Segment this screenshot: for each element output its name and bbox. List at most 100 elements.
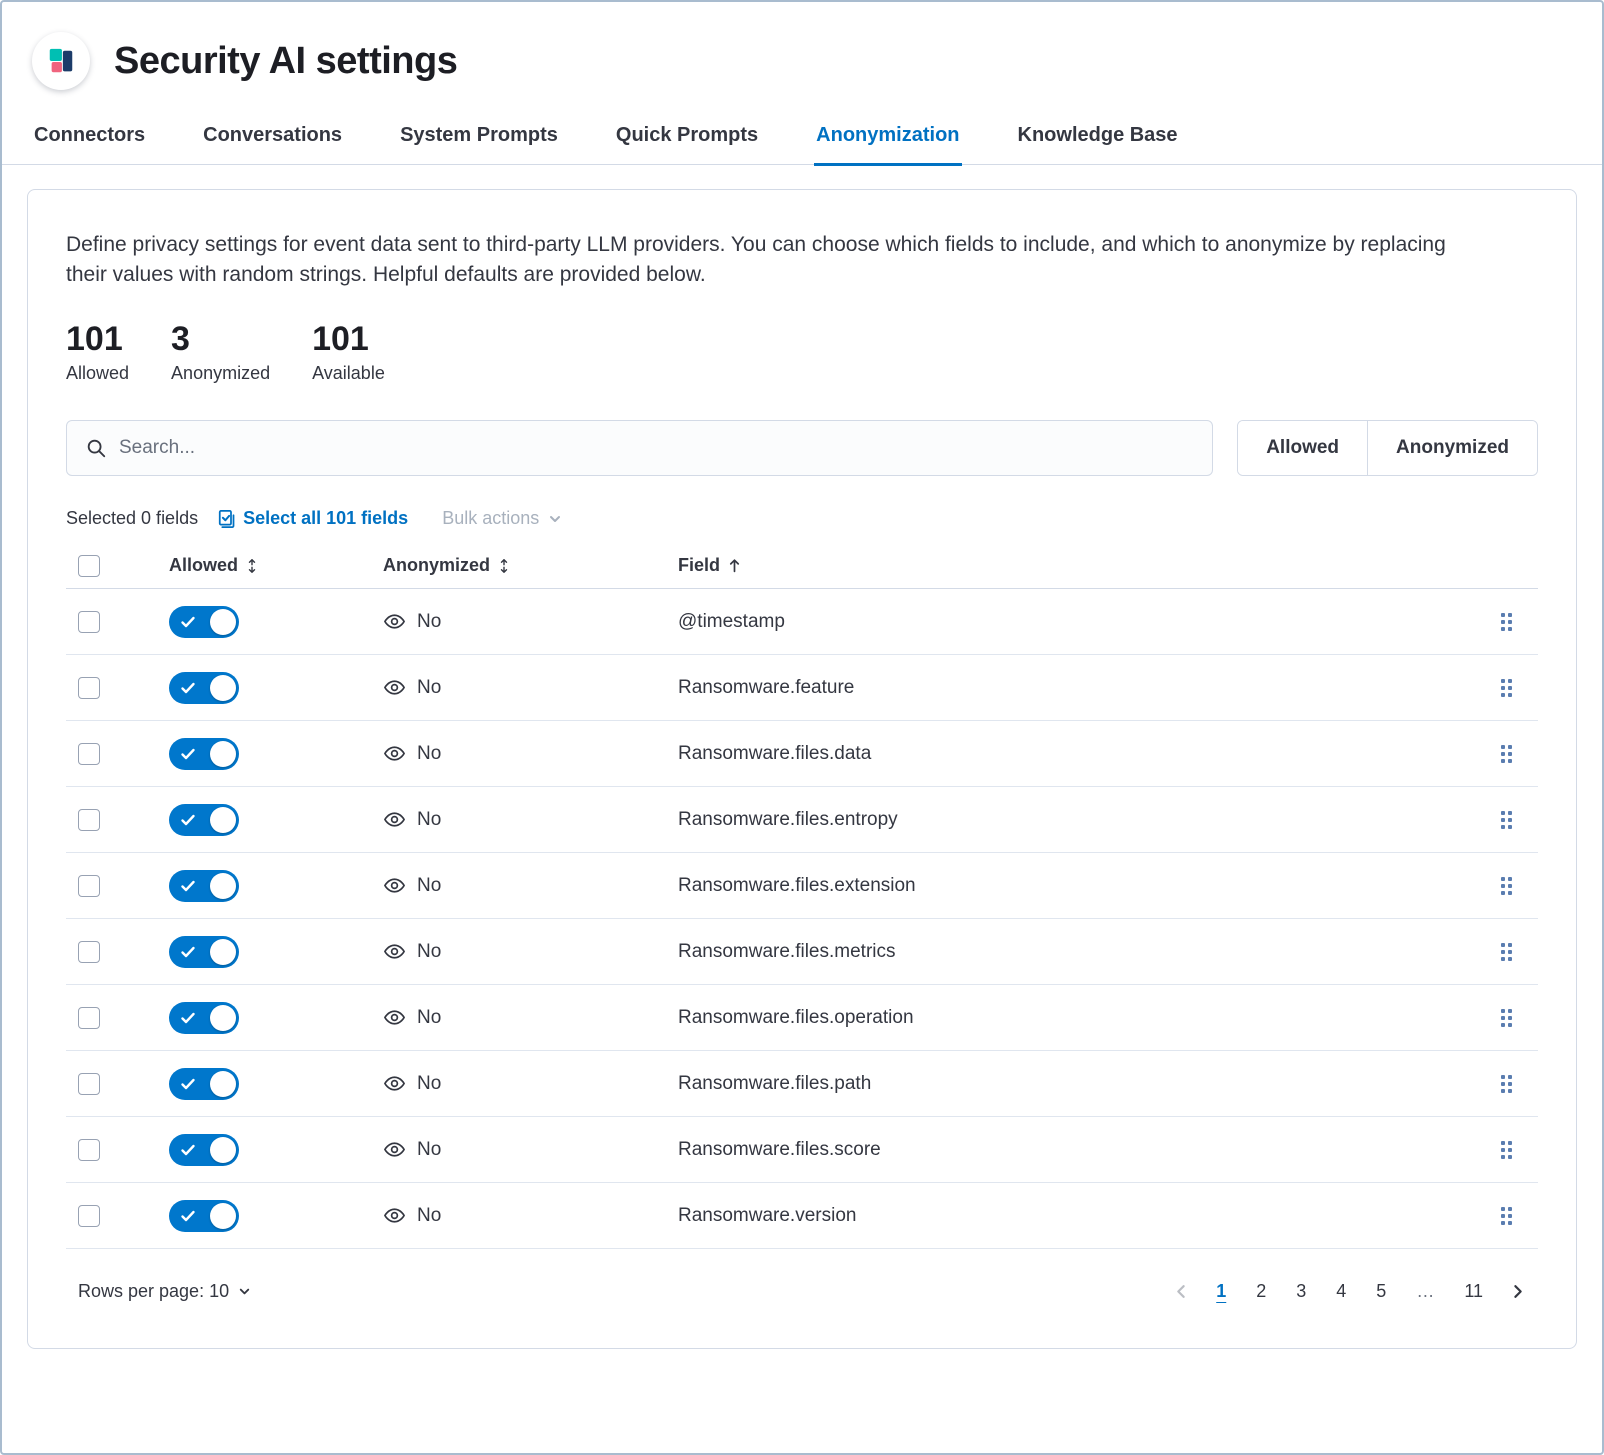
- tab-connectors[interactable]: Connectors: [32, 124, 147, 164]
- previous-page-button[interactable]: [1167, 1279, 1196, 1304]
- row-actions-button[interactable]: [1495, 673, 1518, 703]
- tab-knowledge-base[interactable]: Knowledge Base: [1016, 124, 1180, 164]
- anonymized-value: No: [417, 677, 441, 699]
- tab-quick-prompts[interactable]: Quick Prompts: [614, 124, 760, 164]
- allowed-toggle[interactable]: [169, 804, 239, 836]
- row-checkbox[interactable]: [78, 1007, 100, 1029]
- allowed-toggle[interactable]: [169, 870, 239, 902]
- table-footer: Rows per page: 10 12345…11: [66, 1249, 1538, 1334]
- column-header-anonymized[interactable]: Anonymized: [383, 555, 512, 576]
- toggle-knob: [210, 939, 236, 965]
- chevron-right-icon: [1509, 1283, 1526, 1300]
- select-all-link[interactable]: Select all 101 fields: [243, 508, 408, 529]
- selected-count: Selected 0 fields: [66, 508, 198, 529]
- chevron-down-icon: [547, 511, 563, 527]
- select-all-pages-icon: [216, 509, 236, 529]
- select-all-button[interactable]: Select all 101 fields: [216, 508, 408, 529]
- table-row: No Ransomware.files.score: [66, 1117, 1538, 1183]
- stat-value: 101: [66, 321, 129, 358]
- search-input[interactable]: [119, 437, 1194, 459]
- filter-allowed-button[interactable]: Allowed: [1238, 421, 1367, 475]
- column-label: Allowed: [169, 555, 238, 576]
- allowed-toggle[interactable]: [169, 606, 239, 638]
- row-checkbox[interactable]: [78, 1205, 100, 1227]
- page-3-button[interactable]: 3: [1286, 1275, 1316, 1308]
- shield-icon: [46, 46, 76, 76]
- column-header-field[interactable]: Field: [678, 555, 743, 576]
- chevron-left-icon: [1173, 1283, 1190, 1300]
- toggle-knob: [210, 1137, 236, 1163]
- table-row: No Ransomware.files.extension: [66, 853, 1538, 919]
- allowed-toggle[interactable]: [169, 1200, 239, 1232]
- eye-icon: [383, 874, 406, 897]
- row-actions-button[interactable]: [1495, 607, 1518, 637]
- toggle-knob: [210, 873, 236, 899]
- check-icon: [180, 944, 196, 960]
- row-checkbox[interactable]: [78, 809, 100, 831]
- anonymized-value: No: [417, 1139, 441, 1161]
- row-checkbox[interactable]: [78, 611, 100, 633]
- stat-label: Anonymized: [171, 363, 270, 384]
- column-header-allowed[interactable]: Allowed: [169, 555, 260, 576]
- app-header: Security AI settings: [2, 2, 1602, 90]
- row-actions-button[interactable]: [1495, 937, 1518, 967]
- eye-icon: [383, 1072, 406, 1095]
- select-all-checkbox[interactable]: [78, 555, 100, 577]
- stats-summary: 101Allowed3Anonymized101Available: [66, 321, 1538, 384]
- next-page-button[interactable]: [1503, 1279, 1532, 1304]
- page-4-button[interactable]: 4: [1326, 1275, 1356, 1308]
- rows-per-page-label: Rows per page: 10: [78, 1281, 229, 1302]
- toggle-knob: [210, 1071, 236, 1097]
- row-checkbox[interactable]: [78, 1139, 100, 1161]
- row-actions-button[interactable]: [1495, 1003, 1518, 1033]
- fields-table: Allowed Anonymized: [66, 543, 1538, 1249]
- allowed-toggle[interactable]: [169, 738, 239, 770]
- stat-value: 101: [312, 321, 385, 358]
- page-2-button[interactable]: 2: [1246, 1275, 1276, 1308]
- toggle-knob: [210, 741, 236, 767]
- rows-per-page-button[interactable]: Rows per page: 10: [78, 1281, 252, 1302]
- row-checkbox[interactable]: [78, 1073, 100, 1095]
- page-5-button[interactable]: 5: [1366, 1275, 1396, 1308]
- anonymized-value: No: [417, 1073, 441, 1095]
- check-icon: [180, 878, 196, 894]
- page-11-button[interactable]: 11: [1454, 1275, 1493, 1308]
- page-1-button[interactable]: 1: [1206, 1275, 1236, 1308]
- stat-value: 3: [171, 321, 270, 358]
- tab-anonymization[interactable]: Anonymization: [814, 124, 961, 166]
- allowed-toggle[interactable]: [169, 1134, 239, 1166]
- row-checkbox[interactable]: [78, 677, 100, 699]
- bulk-actions-label: Bulk actions: [442, 508, 539, 529]
- allowed-toggle[interactable]: [169, 936, 239, 968]
- row-actions-button[interactable]: [1495, 871, 1518, 901]
- sortable-icon: [496, 558, 512, 574]
- row-checkbox[interactable]: [78, 941, 100, 963]
- filter-anonymized-button[interactable]: Anonymized: [1367, 421, 1537, 475]
- anonymized-value: No: [417, 941, 441, 963]
- tab-conversations[interactable]: Conversations: [201, 124, 344, 164]
- field-name: Ransomware.feature: [678, 677, 854, 699]
- field-name: @timestamp: [678, 611, 785, 633]
- allowed-toggle[interactable]: [169, 1002, 239, 1034]
- row-checkbox[interactable]: [78, 743, 100, 765]
- bulk-actions-button[interactable]: Bulk actions: [442, 508, 563, 529]
- search-icon: [85, 437, 107, 459]
- allowed-toggle[interactable]: [169, 1068, 239, 1100]
- row-actions-button[interactable]: [1495, 1201, 1518, 1231]
- eye-icon: [383, 1204, 406, 1227]
- row-checkbox[interactable]: [78, 875, 100, 897]
- pagination: 12345…11: [1167, 1275, 1532, 1308]
- row-actions-button[interactable]: [1495, 739, 1518, 769]
- row-actions-button[interactable]: [1495, 1135, 1518, 1165]
- anonymized-value: No: [417, 875, 441, 897]
- row-actions-button[interactable]: [1495, 1069, 1518, 1099]
- tab-system-prompts[interactable]: System Prompts: [398, 124, 560, 164]
- allowed-toggle[interactable]: [169, 672, 239, 704]
- row-actions-button[interactable]: [1495, 805, 1518, 835]
- eye-icon: [383, 742, 406, 765]
- field-name: Ransomware.files.score: [678, 1139, 881, 1161]
- chevron-down-icon: [237, 1284, 252, 1299]
- security-ai-settings-page: Security AI settings Connectors Conversat…: [0, 0, 1604, 1455]
- table-row: No Ransomware.files.metrics: [66, 919, 1538, 985]
- field-name: Ransomware.files.data: [678, 743, 871, 765]
